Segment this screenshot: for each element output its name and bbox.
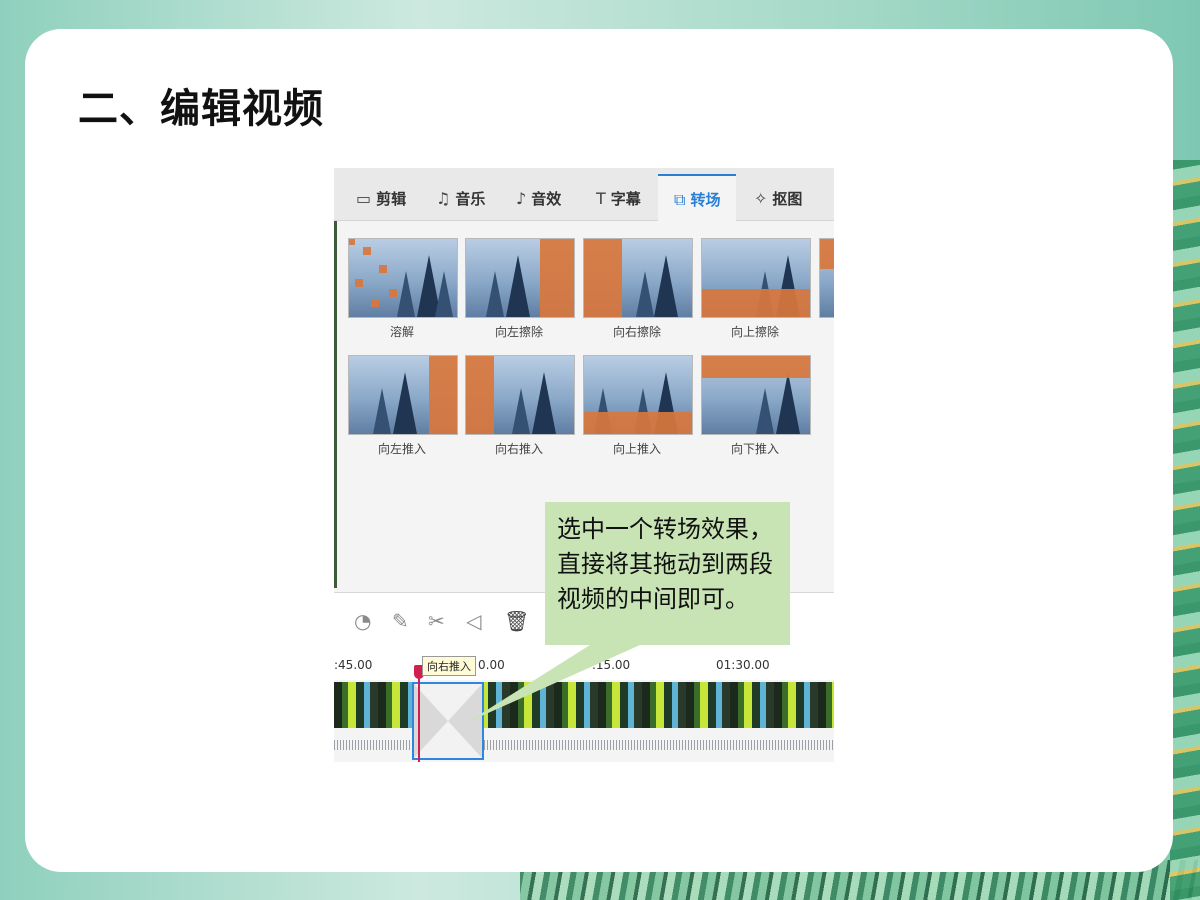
video-track[interactable] <box>334 682 834 728</box>
transition-slot[interactable] <box>412 682 484 760</box>
sound-effect-icon: ♪ <box>516 188 527 208</box>
transition-label: 向右擦除 <box>612 325 661 339</box>
pencil-icon[interactable]: ✎ <box>392 609 409 633</box>
speed-icon[interactable]: ◔ <box>354 609 371 633</box>
timeline-ruler: :45.00 0.00 .15.00 01:30.00 <box>334 650 834 680</box>
tab-subtitle[interactable]: T 字幕 <box>596 176 641 220</box>
callout-text: 选中一个转场效果， 直接将其拖动到两段 视频的中间即可。 <box>557 512 787 617</box>
tab-label: 抠图 <box>772 189 803 208</box>
callout-line: 视频的中间即可。 <box>557 585 749 613</box>
transition-thumb-push-up[interactable] <box>583 355 693 435</box>
transition-label: 溶解 <box>389 325 414 339</box>
transition-label: 向上擦除 <box>730 325 779 339</box>
transition-tooltip: 向右推入 <box>422 656 476 676</box>
transition-thumb-wipe-up[interactable] <box>701 238 811 318</box>
transition-thumb-partial[interactable] <box>819 238 834 318</box>
background-right-leaves <box>1170 160 1200 900</box>
tab-transition[interactable]: ⧉ 转场 <box>658 174 737 223</box>
transition-label: 向上推入 <box>612 442 661 456</box>
playhead[interactable] <box>418 666 420 762</box>
tab-label: 音效 <box>531 189 562 208</box>
transition-label: 向下推入 <box>730 442 779 456</box>
tab-label: 剪辑 <box>376 189 407 208</box>
transition-thumb-push-down[interactable] <box>701 355 811 435</box>
tab-label: 字幕 <box>610 189 641 208</box>
tab-sound-effect[interactable]: ♪ 音效 <box>516 176 561 220</box>
transition-label: 向左推入 <box>377 442 426 456</box>
music-icon: ♫ <box>436 188 451 208</box>
transition-icon: ⧉ <box>674 189 686 209</box>
ruler-tick: .15.00 <box>592 658 631 672</box>
tab-label: 音乐 <box>455 189 486 208</box>
ruler-tick: :45.00 <box>334 658 373 672</box>
transition-label: 向右推入 <box>494 442 543 456</box>
trash-icon[interactable]: 🗑 <box>504 609 529 633</box>
text-icon: T <box>596 188 606 208</box>
video-clip-icon: ▭ <box>356 188 372 208</box>
tab-label: 转场 <box>690 191 721 209</box>
callout-line: 直接将其拖动到两段 <box>557 550 773 578</box>
slide-title: 二、编辑视频 <box>78 86 324 132</box>
volume-icon[interactable]: ◁ <box>466 609 481 633</box>
transition-label: 向左擦除 <box>494 325 543 339</box>
transition-thumb-dissolve[interactable] <box>348 238 458 318</box>
transition-placeholder-icon <box>414 684 482 758</box>
callout-line: 选中一个转场效果， <box>557 515 773 543</box>
editor-screenshot: ▭ 剪辑 ♫ 音乐 ♪ 音效 T 字幕 ⧉ 转场 ✧ 抠图 溶解 向左擦除 向右… <box>334 168 834 762</box>
audio-waveform <box>334 740 834 750</box>
transition-thumb-wipe-left[interactable] <box>465 238 575 318</box>
editor-tab-bar: ▭ 剪辑 ♫ 音乐 ♪ 音效 T 字幕 ⧉ 转场 ✧ 抠图 <box>334 168 834 223</box>
transition-thumb-push-left[interactable] <box>348 355 458 435</box>
tab-cutout[interactable]: ✧ 抠图 <box>754 176 802 220</box>
instruction-callout: 选中一个转场效果， 直接将其拖动到两段 视频的中间即可。 <box>545 502 790 645</box>
cutout-icon: ✧ <box>754 188 768 208</box>
transition-thumb-wipe-right[interactable] <box>583 238 693 318</box>
tab-clip[interactable]: ▭ 剪辑 <box>356 176 406 220</box>
tab-music[interactable]: ♫ 音乐 <box>436 176 485 220</box>
preview-edge <box>334 168 337 588</box>
ruler-tick: 01:30.00 <box>716 658 770 672</box>
ruler-tick: 0.00 <box>478 658 505 672</box>
transition-thumb-push-right[interactable] <box>465 355 575 435</box>
scissors-icon[interactable]: ✂ <box>428 609 445 633</box>
